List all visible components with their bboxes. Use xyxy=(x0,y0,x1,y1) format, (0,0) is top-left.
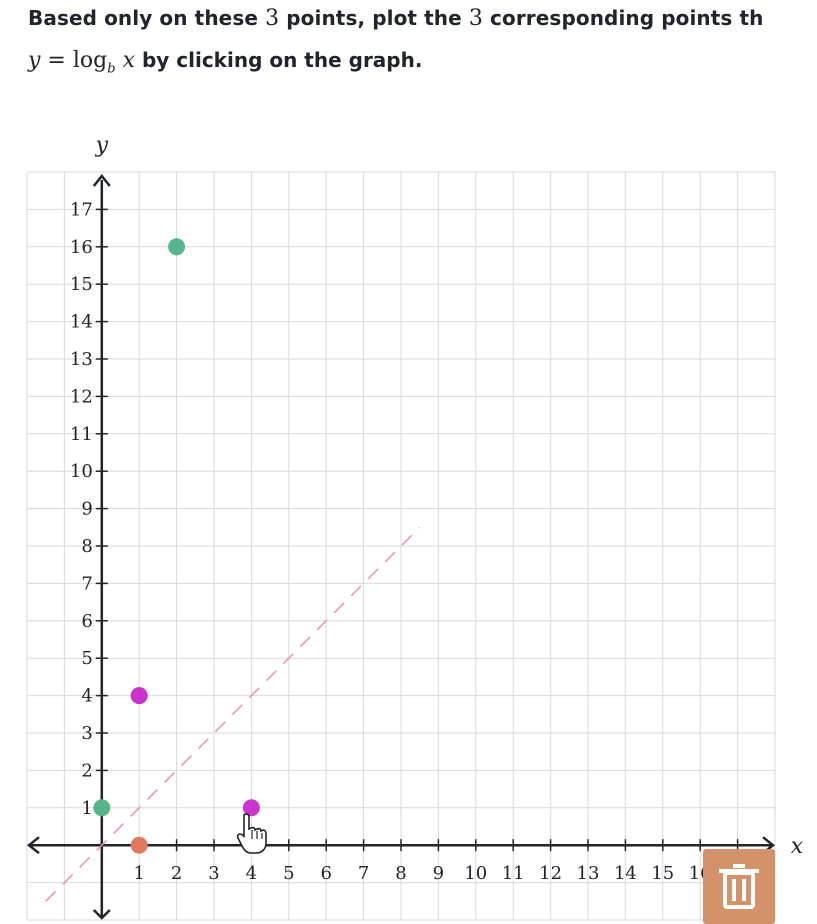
x-tick-label: 4 xyxy=(246,863,257,884)
prompt-text: by clicking on the graph. xyxy=(134,48,423,72)
y-tick-label: 6 xyxy=(81,611,92,632)
coordinate-graph[interactable]: 1234567891011121314151617123456789101112… xyxy=(0,120,817,924)
data-point[interactable] xyxy=(130,687,148,705)
y-tick-label: 17 xyxy=(70,199,93,220)
y-tick-label: 4 xyxy=(81,686,92,707)
data-point[interactable] xyxy=(168,238,186,256)
y-tick-label: 14 xyxy=(70,312,93,333)
prompt-line-2: y = logb x by clicking on the graph. xyxy=(28,48,422,76)
x-tick-label: 9 xyxy=(433,863,444,884)
y-axis-label: y xyxy=(95,133,109,158)
point-count: 3 xyxy=(468,6,483,31)
y-tick-label: 16 xyxy=(70,237,93,258)
y-tick-label: 5 xyxy=(81,648,92,669)
x-tick-label: 6 xyxy=(320,863,331,884)
y-tick-label: 8 xyxy=(81,536,92,557)
y-tick-label: 13 xyxy=(70,349,93,370)
y-tick-label: 7 xyxy=(81,573,92,594)
x-tick-label: 3 xyxy=(208,863,219,884)
x-tick-label: 11 xyxy=(502,863,525,884)
y-tick-label: 15 xyxy=(70,274,93,295)
y-tick-label: 3 xyxy=(81,723,92,744)
y-tick-label: 10 xyxy=(70,461,93,482)
x-tick-label: 12 xyxy=(539,863,562,884)
equation: y = logb x xyxy=(28,48,135,77)
prompt-text: Based only on these xyxy=(28,6,266,30)
y-tick-label: 1 xyxy=(81,798,92,819)
y-tick-label: 11 xyxy=(70,424,93,445)
x-tick-label: 7 xyxy=(358,863,369,884)
x-tick-label: 13 xyxy=(577,863,600,884)
x-axis-label: x xyxy=(791,834,804,859)
point-count: 3 xyxy=(265,6,280,31)
trash-button[interactable] xyxy=(703,849,775,924)
data-point[interactable] xyxy=(130,836,148,854)
x-tick-label: 10 xyxy=(464,863,487,884)
x-tick-label: 1 xyxy=(133,863,144,884)
x-tick-label: 8 xyxy=(395,863,406,884)
x-tick-label: 15 xyxy=(651,863,674,884)
trash-button-bg[interactable] xyxy=(703,849,775,924)
prompt-text: points, plot the xyxy=(279,6,469,30)
prompt-line-1: Based only on these 3 points, plot the 3… xyxy=(28,6,764,31)
prompt-text: corresponding points th xyxy=(482,6,764,30)
x-tick-label: 5 xyxy=(283,863,294,884)
y-tick-label: 12 xyxy=(70,386,93,407)
y-tick-label: 2 xyxy=(81,760,92,781)
y-tick-label: 9 xyxy=(81,499,92,520)
data-point[interactable] xyxy=(93,799,111,817)
x-tick-label: 2 xyxy=(171,863,182,884)
x-tick-label: 14 xyxy=(614,863,637,884)
